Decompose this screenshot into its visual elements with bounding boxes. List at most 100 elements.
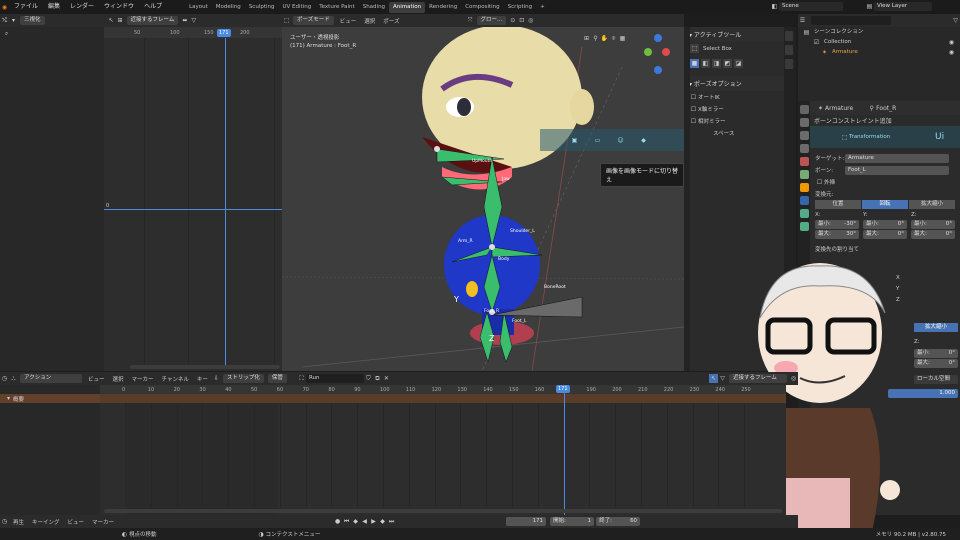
tab-layout[interactable]: Layout — [185, 2, 212, 13]
dopesheet-playhead-badge[interactable]: 171 — [556, 385, 570, 393]
filter-icon[interactable]: ▽ — [189, 16, 198, 25]
select-invert-icon[interactable]: ◩ — [723, 59, 732, 68]
select-box-icon[interactable]: ⬚ — [690, 44, 699, 53]
select-set-icon[interactable]: ■ — [690, 59, 699, 68]
camera-view-icon[interactable]: ⊞ — [582, 34, 591, 43]
keying-menu[interactable]: キーイング — [28, 518, 64, 526]
owner-space-field[interactable]: ローカル空間 — [914, 375, 958, 384]
view-mode-button[interactable]: 三視化 — [20, 16, 45, 25]
playhead-badge[interactable]: 171 — [217, 29, 231, 37]
next-key-icon[interactable]: ◆ — [378, 517, 387, 526]
menu-view[interactable]: ビュー — [84, 375, 109, 383]
constraint-header[interactable]: ⬚ Transformation Ui — [810, 126, 960, 148]
play-icon[interactable]: ▶ — [369, 517, 378, 526]
image-editor-icon[interactable]: ▣ — [570, 136, 579, 145]
fake-user-icon[interactable]: ⛉ — [364, 374, 373, 383]
outliner-row[interactable]: ☑ Collection ◉ — [798, 37, 960, 47]
push-down-icon[interactable]: ⇩ — [212, 374, 221, 383]
eye-icon[interactable]: ◉ — [947, 38, 956, 47]
orientation-selector[interactable]: グロー... — [476, 16, 507, 25]
pose-options-header[interactable]: ▾ ポーズオプション — [684, 76, 784, 91]
outliner-search[interactable] — [811, 16, 891, 25]
sidebar-tab-tool[interactable] — [785, 45, 793, 55]
outliner-type-icon[interactable]: ☰ — [798, 16, 807, 25]
scene-tab-icon[interactable] — [799, 157, 809, 166]
z-max-field[interactable]: 最大: 0° — [911, 230, 955, 239]
menu-key[interactable]: キー — [193, 375, 212, 383]
y-max-field[interactable]: 最大: 0° — [863, 230, 907, 239]
blender-logo-icon[interactable]: ◉ — [0, 3, 9, 12]
tab-rendering[interactable]: Rendering — [425, 2, 461, 13]
x-min-field[interactable]: 最小: -30° — [815, 220, 859, 229]
snap-toggle-icon[interactable]: ⊡ — [517, 16, 526, 25]
tab-compositing[interactable]: Compositing — [461, 2, 503, 13]
menu-pose[interactable]: ポーズ — [379, 17, 403, 25]
extrapolate-row[interactable]: ☐ 外挿 — [810, 176, 960, 188]
bone-tab-icon[interactable] — [799, 222, 809, 231]
prev-key-icon[interactable]: ◆ — [351, 517, 360, 526]
viewport-3d[interactable]: ユーザー・透視投影 (171) Armature : Foot_R UpMout… — [282, 27, 684, 371]
pivot-point-icon[interactable]: ⊙ — [508, 16, 517, 25]
menu-help[interactable]: ヘルプ — [139, 0, 167, 14]
snap-icon[interactable]: ⊞ — [116, 16, 125, 25]
world-tab-icon[interactable] — [799, 170, 809, 179]
new-action-icon[interactable]: ⧉ — [373, 374, 382, 383]
mode-selector[interactable]: ポーズモード — [293, 16, 334, 25]
jump-end-icon[interactable]: ⏭ — [387, 517, 396, 526]
select-extend-icon[interactable]: ◧ — [701, 59, 710, 68]
z-max-field-2[interactable]: 最大: 0° — [914, 359, 958, 368]
tab-animation[interactable]: Animation — [389, 2, 426, 14]
bone-field[interactable]: Foot_L — [845, 165, 949, 175]
menu-channel[interactable]: チャンネル — [158, 375, 193, 383]
view-menu[interactable]: ビュー — [64, 518, 89, 526]
tab-texture-paint[interactable]: Texture Paint — [315, 2, 359, 13]
active-tool-header[interactable]: ▾ アクティブツール — [684, 27, 784, 42]
play-reverse-icon[interactable]: ◀ — [360, 517, 369, 526]
action-selector[interactable]: Run — [305, 374, 364, 383]
object-tab-icon[interactable] — [799, 183, 809, 192]
playhead-line[interactable] — [225, 38, 226, 368]
armature-bones[interactable] — [432, 137, 612, 367]
tab-uv-editing[interactable]: UV Editing — [279, 2, 316, 13]
editor-type-icon[interactable]: ⤭ — [0, 16, 9, 25]
tab-scripting[interactable]: Scripting — [504, 2, 536, 13]
visibility-icon[interactable]: ↖ — [107, 16, 116, 25]
orientation-icon[interactable]: ⤧ — [466, 16, 475, 25]
menu-select[interactable]: 選択 — [109, 375, 128, 383]
add-constraint-row[interactable]: ボーンコンストレイント追加 — [810, 115, 960, 126]
menu-file[interactable]: ファイル — [9, 0, 43, 14]
summary-channel[interactable]: ▾ 概要 — [0, 394, 100, 403]
menu-edit[interactable]: 編集 — [43, 0, 65, 14]
z-min-field[interactable]: 最小: 0° — [911, 220, 955, 229]
menu-view[interactable]: ビュー — [336, 17, 361, 25]
pivot-icon[interactable]: ⬌ — [180, 16, 189, 25]
pan-hand-icon[interactable]: ✋ — [600, 34, 609, 43]
x-max-field[interactable]: 最大: 30° — [815, 230, 859, 239]
viewport-type-icon[interactable]: ⬚ — [282, 16, 291, 25]
sidebar-tab-view[interactable] — [785, 59, 793, 69]
collapse-icon[interactable]: ▾ — [4, 394, 13, 403]
relative-mirror-option[interactable]: ☐ 相対ミラー — [684, 115, 784, 127]
checkbox-icon[interactable]: ☐ — [689, 117, 698, 126]
target-field[interactable]: Armature — [845, 153, 949, 163]
select-intersect-icon[interactable]: ◪ — [734, 59, 743, 68]
proportional-icon[interactable]: ◎ — [789, 374, 798, 383]
end-frame-field[interactable]: 終了: 60 — [596, 517, 641, 526]
tool-tab-icon[interactable] — [799, 105, 809, 114]
constraint-tab-icon[interactable] — [799, 196, 809, 205]
z-min-field-2[interactable]: 最小: 0° — [914, 349, 958, 358]
marker-menu[interactable]: マーカー — [88, 518, 118, 526]
ui-icon[interactable]: Ui — [935, 132, 944, 142]
record-icon[interactable]: ● — [333, 517, 342, 526]
data-tab-icon[interactable] — [799, 209, 809, 218]
grid-icon[interactable]: ▦ — [618, 34, 627, 43]
stash-button[interactable]: 保管 — [267, 374, 287, 383]
map-from-scale[interactable]: 拡大縮小 — [909, 200, 955, 209]
navigation-gizmo[interactable] — [640, 30, 680, 76]
horizontal-scrollbar[interactable] — [130, 365, 280, 369]
view-toggle-icon[interactable]: ▾ — [9, 16, 18, 25]
menu-render[interactable]: レンダー — [65, 0, 99, 14]
tab-modeling[interactable]: Modeling — [212, 2, 245, 13]
x-mirror-option[interactable]: ☐ X軸ミラー — [684, 103, 784, 115]
map-from-location[interactable]: 位置 — [815, 200, 861, 209]
